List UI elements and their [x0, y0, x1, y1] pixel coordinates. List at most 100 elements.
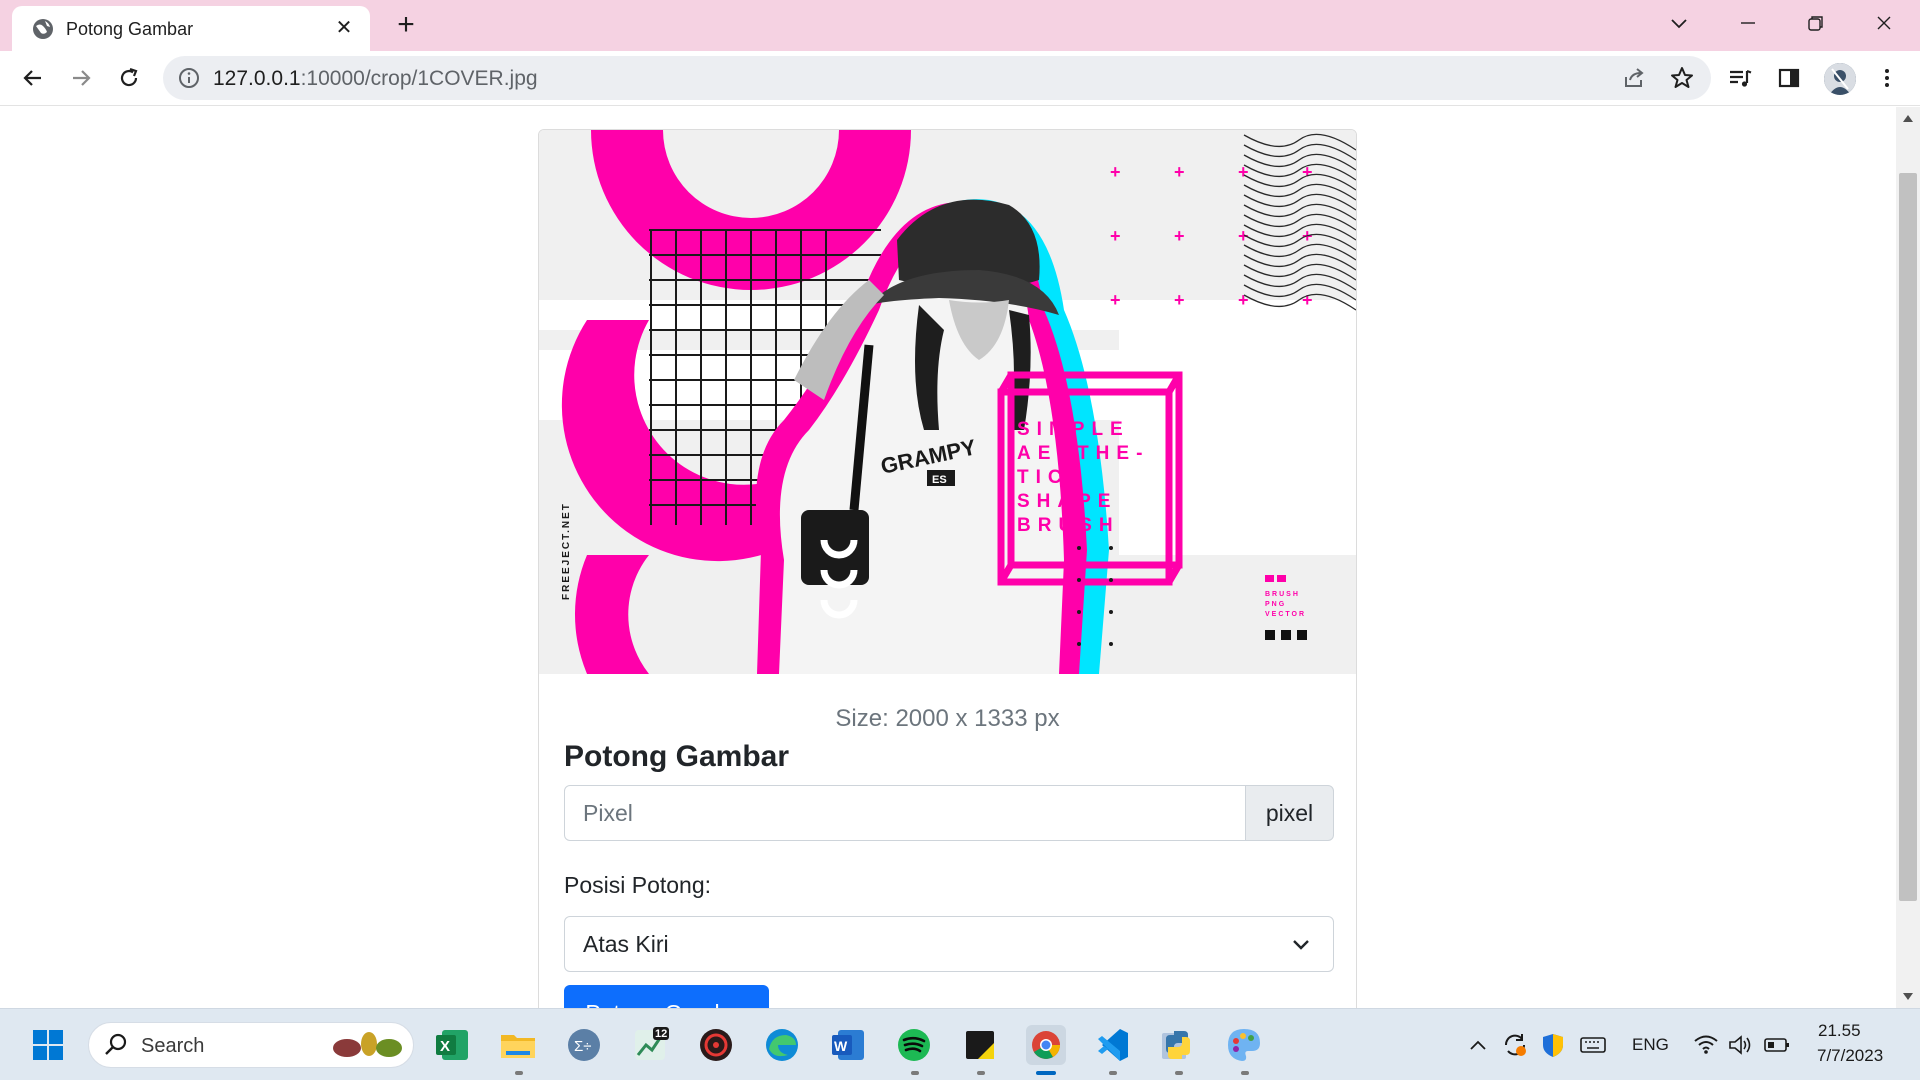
globe-icon — [32, 18, 54, 40]
word-icon[interactable]: W — [826, 1023, 870, 1067]
paint-icon[interactable] — [1222, 1023, 1266, 1067]
brush-text-line-5: BRUSH — [1017, 515, 1120, 536]
crop-submit-button[interactable]: Potong Gambar — [564, 985, 769, 1008]
reload-button[interactable] — [112, 61, 146, 95]
profile-avatar[interactable] — [1824, 63, 1856, 95]
svg-text:+: + — [1238, 162, 1249, 182]
restore-button[interactable] — [1796, 6, 1836, 40]
position-label: Posisi Potong: — [564, 872, 712, 898]
corner-text-1: BRUSH — [1265, 591, 1300, 598]
vscode-running-indicator — [1109, 1071, 1117, 1075]
bookmark-star-icon[interactable] — [1669, 65, 1695, 96]
security-shield-icon[interactable] — [1538, 1023, 1568, 1067]
battery-icon[interactable] — [1762, 1023, 1792, 1067]
pixel-unit-addon: pixel — [1245, 785, 1334, 841]
search-label: Search — [141, 1035, 205, 1057]
arrow-left-icon — [23, 70, 41, 86]
scroll-up-icon[interactable] — [1903, 115, 1913, 122]
clock-date[interactable]: 7/7/2023 — [1817, 1046, 1883, 1066]
pixel-input[interactable] — [564, 785, 1246, 841]
taskbar-search[interactable]: Search — [88, 1022, 414, 1068]
position-selected-value: Atas Kiri — [583, 931, 669, 957]
svg-text:+: + — [1174, 162, 1185, 182]
spotify-running-indicator — [911, 1071, 919, 1075]
scroll-down-icon[interactable] — [1903, 993, 1913, 1000]
more-vertical-icon — [1885, 69, 1889, 87]
close-window-button[interactable] — [1864, 6, 1904, 40]
language-indicator[interactable]: ENG — [1632, 1035, 1669, 1055]
python-setup-icon[interactable] — [1156, 1023, 1200, 1067]
brush-text-line-1: SIMPLE — [1017, 419, 1130, 440]
svg-text:+: + — [1110, 290, 1121, 310]
file-explorer-icon[interactable] — [496, 1023, 540, 1067]
image-size-text: Size: 2000 x 1333 px — [835, 705, 1060, 732]
clock-time[interactable]: 21.55 — [1818, 1021, 1861, 1041]
brush-text-line-4: SHAPE — [1017, 491, 1117, 512]
shirt-badge: ES — [932, 474, 947, 486]
chevron-up-icon[interactable] — [1466, 1023, 1490, 1067]
windows-start-icon[interactable] — [26, 1023, 70, 1067]
stocks-app-icon[interactable]: 12 — [628, 1023, 672, 1067]
chevron-down-icon — [1291, 935, 1311, 960]
forward-button[interactable] — [64, 61, 98, 95]
calculator-app-icon[interactable]: Σ÷ — [562, 1023, 606, 1067]
wifi-icon[interactable] — [1692, 1023, 1720, 1067]
keyboard-icon[interactable] — [1578, 1023, 1608, 1067]
back-button[interactable] — [16, 61, 50, 95]
vscode-icon[interactable] — [1090, 1023, 1134, 1067]
image-preview: GRAMPY ES SIMPLE AESTHE- TIC SHAPE BRUSH — [539, 130, 1356, 674]
share-icon[interactable] — [1621, 65, 1647, 96]
edge-browser-icon[interactable] — [760, 1023, 804, 1067]
chrome-icon[interactable] — [1024, 1023, 1068, 1067]
paint-running-indicator — [1241, 1071, 1249, 1075]
svg-text:+: + — [1110, 162, 1121, 182]
svg-text:Σ÷: Σ÷ — [574, 1038, 592, 1055]
davinci-resolve-icon[interactable] — [694, 1023, 738, 1067]
volume-icon[interactable] — [1726, 1023, 1754, 1067]
browser-toolbar: 127.0.0.1:10000/crop/1COVER.jpg — [0, 51, 1920, 106]
site-info-icon[interactable] — [177, 66, 201, 90]
chrome-active-indicator — [1036, 1071, 1056, 1075]
close-tab-icon[interactable]: ✕ — [332, 16, 356, 40]
tab-search-button[interactable] — [1659, 6, 1699, 40]
arrow-right-icon — [73, 70, 91, 86]
python-running-indicator — [1175, 1071, 1183, 1075]
svg-text:W: W — [834, 1038, 848, 1054]
page-scrollbar[interactable] — [1896, 107, 1920, 1008]
svg-text:+: + — [1110, 226, 1121, 246]
position-select[interactable]: Atas Kiri — [564, 916, 1334, 972]
spotify-icon[interactable] — [892, 1023, 936, 1067]
explorer-running-indicator — [515, 1071, 523, 1075]
brush-text-line-3: TIC — [1017, 467, 1069, 488]
sticky-notes-icon[interactable] — [958, 1023, 1002, 1067]
tab-title: Potong Gambar — [66, 19, 194, 39]
minimize-icon — [1741, 22, 1755, 24]
url-text: 127.0.0.1:10000/crop/1COVER.jpg — [213, 67, 538, 91]
side-panel-button[interactable] — [1772, 61, 1806, 95]
address-bar[interactable]: 127.0.0.1:10000/crop/1COVER.jpg — [163, 56, 1711, 100]
media-controls-button[interactable] — [1723, 61, 1757, 95]
menu-button[interactable] — [1870, 61, 1904, 95]
brush-text-line-2: AESTHE- — [1017, 443, 1149, 464]
taskbar: Search X Σ÷ 12 W ENG 21.55 7/7/2023 — [0, 1008, 1920, 1080]
corner-text-3: VECTOR — [1265, 611, 1306, 618]
new-tab-button[interactable]: + — [390, 10, 422, 42]
side-panel-icon — [1778, 68, 1800, 88]
chevron-down-icon — [1671, 19, 1687, 29]
svg-text:+: + — [1174, 226, 1185, 246]
tab-strip: Potong Gambar ✕ + — [0, 0, 1920, 51]
search-highlight-icon — [333, 1032, 402, 1057]
form-heading: Potong Gambar — [564, 740, 790, 773]
corner-text-2: PNG — [1265, 601, 1286, 608]
excel-icon[interactable]: X — [430, 1023, 474, 1067]
minimize-button[interactable] — [1728, 6, 1768, 40]
playlist-icon — [1730, 69, 1752, 87]
url-path: :10000/crop/1COVER.jpg — [300, 67, 538, 90]
tab-potong-gambar[interactable]: Potong Gambar ✕ — [12, 6, 370, 51]
scrollbar-thumb[interactable] — [1899, 173, 1917, 901]
side-text: FREEJECT.NET — [561, 502, 572, 600]
page-viewport: GRAMPY ES SIMPLE AESTHE- TIC SHAPE BRUSH — [0, 107, 1896, 1008]
svg-text:X: X — [440, 1038, 450, 1055]
sync-icon[interactable] — [1500, 1023, 1530, 1067]
svg-text:+: + — [1238, 290, 1249, 310]
